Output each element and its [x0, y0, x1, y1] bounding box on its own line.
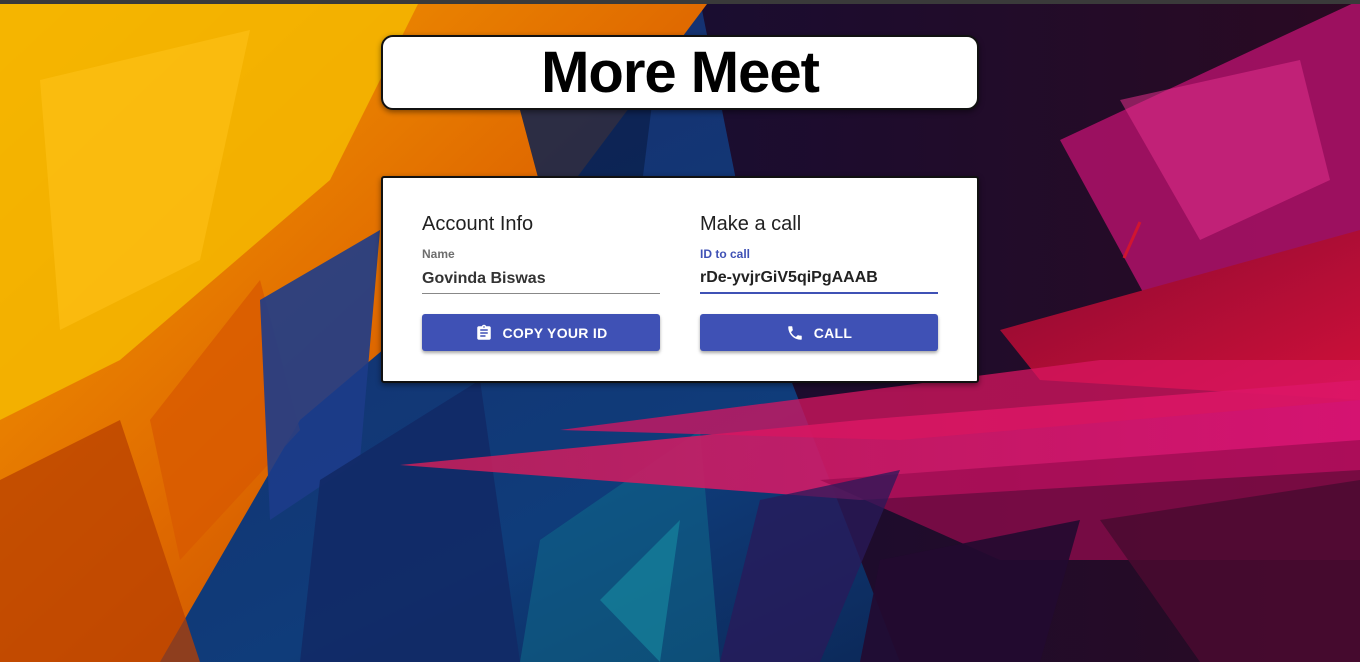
call-button-label: CALL	[813, 324, 853, 341]
copy-id-button-label: COPY YOUR ID	[502, 324, 608, 341]
id-to-call-label: ID to call	[700, 247, 751, 261]
phone-icon	[787, 325, 802, 340]
app-title: More Meet	[541, 40, 820, 105]
title-banner: More Meet	[381, 35, 979, 110]
call-button[interactable]: CALL	[700, 314, 938, 351]
make-call-heading: Make a call	[700, 213, 802, 235]
app-page: More Meet Account Info Name COPY YOUR ID…	[0, 0, 1360, 662]
name-field[interactable]	[422, 264, 660, 294]
main-card: Account Info Name COPY YOUR ID Make a ca…	[381, 176, 979, 383]
clipboard-icon	[476, 324, 491, 340]
browser-top-strip	[0, 0, 1360, 4]
name-label: Name	[422, 247, 455, 261]
id-to-call-field[interactable]	[700, 264, 938, 294]
account-info-heading: Account Info	[422, 213, 534, 235]
copy-id-button[interactable]: COPY YOUR ID	[422, 314, 660, 351]
